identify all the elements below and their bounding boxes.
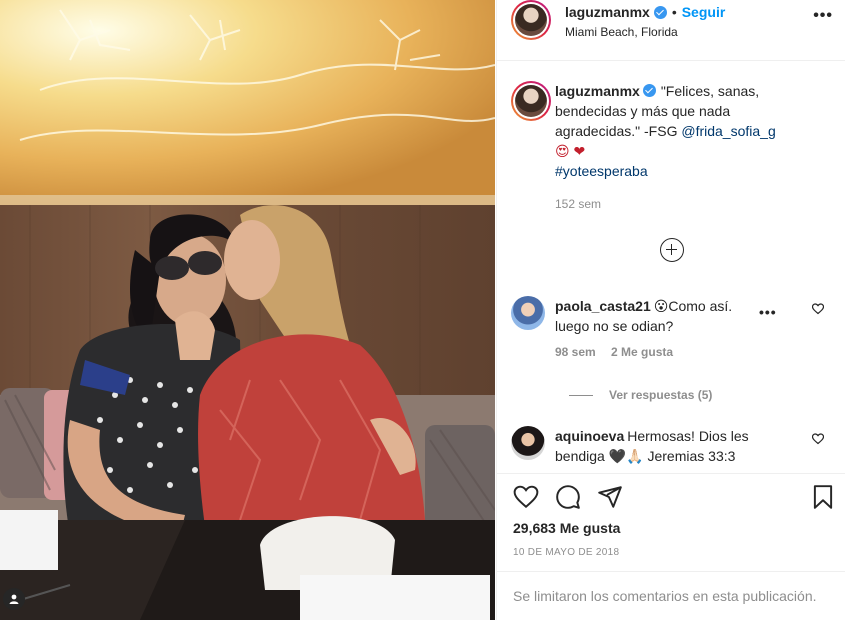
- plus-circle-icon[interactable]: [660, 238, 684, 262]
- post-details-panel: laguzmanmx • Seguir Miami Beach, Florida…: [496, 0, 845, 620]
- author-username[interactable]: laguzmanmx: [565, 4, 650, 20]
- follow-button[interactable]: Seguir: [682, 4, 726, 20]
- comments-limited-notice: Se limitaron los comentarios en esta pub…: [513, 588, 817, 604]
- caption-time[interactable]: 152 sem: [555, 197, 601, 211]
- caption-username[interactable]: laguzmanmx: [555, 83, 640, 99]
- view-replies-label: Ver respuestas (5): [609, 388, 713, 402]
- verified-badge-icon: [653, 5, 667, 19]
- replies-line: [569, 394, 593, 396]
- comment-meta: 98 sem 2 Me gusta: [555, 345, 806, 359]
- post-photo[interactable]: [0, 0, 495, 620]
- comment-text: paola_casta21 😮Como así. luego no se odia…: [555, 296, 750, 336]
- share-icon[interactable]: [597, 484, 623, 515]
- post-location[interactable]: Miami Beach, Florida: [565, 25, 725, 39]
- caption-text: laguzmanmx "Felices, sanas, bendecidas y …: [555, 81, 806, 181]
- commenter-username[interactable]: paola_casta21: [555, 298, 651, 314]
- caption-avatar[interactable]: [511, 81, 551, 121]
- author-avatar[interactable]: [511, 0, 551, 40]
- post-header: laguzmanmx • Seguir Miami Beach, Florida…: [497, 0, 845, 46]
- action-bar: [497, 480, 845, 516]
- comment-item: paola_casta21 😮Como así. luego no se odia…: [497, 296, 845, 359]
- header-text: laguzmanmx • Seguir Miami Beach, Florida: [565, 0, 725, 39]
- commenter-avatar[interactable]: [511, 426, 545, 460]
- heart-icon[interactable]: [811, 432, 825, 450]
- comment-item: aquinoeva Hermosas! Dios les bendiga 🖤🙏🏻 …: [497, 426, 845, 466]
- actions-divider: [497, 473, 845, 474]
- likes-count[interactable]: 29,683 Me gusta: [513, 520, 620, 536]
- header-user-line: laguzmanmx • Seguir: [565, 4, 725, 20]
- heart-icon[interactable]: [811, 302, 825, 320]
- heart-icon[interactable]: [513, 484, 539, 515]
- comment-more-icon[interactable]: •••: [759, 304, 777, 320]
- footer-divider: [497, 571, 845, 572]
- caption-mention[interactable]: @frida_sofia_g: [681, 123, 775, 139]
- comment-text: aquinoeva Hermosas! Dios les bendiga 🖤🙏🏻 …: [555, 426, 795, 466]
- commenter-username[interactable]: aquinoeva: [555, 428, 624, 444]
- caption-emoji: 😍 ❤: [555, 143, 586, 159]
- post-date[interactable]: 10 DE MAYO DE 2018: [513, 547, 619, 558]
- caption: laguzmanmx "Felices, sanas, bendecidas y …: [497, 70, 845, 211]
- caption-meta: 152 sem: [555, 197, 806, 211]
- comment-time[interactable]: 98 sem: [555, 345, 596, 359]
- comment-likes[interactable]: 2 Me gusta: [611, 345, 673, 359]
- photo-illustration: [0, 0, 495, 620]
- commenter-avatar[interactable]: [511, 296, 545, 330]
- more-options-icon[interactable]: •••: [813, 8, 833, 24]
- verified-badge-icon: [642, 84, 656, 97]
- caption-hashtag[interactable]: #yoteesperaba: [555, 163, 648, 179]
- separator-dot: •: [671, 4, 677, 20]
- view-replies-button[interactable]: Ver respuestas (5): [569, 388, 712, 402]
- header-divider: [497, 60, 845, 61]
- comments-list[interactable]: laguzmanmx "Felices, sanas, bendecidas y …: [497, 70, 845, 470]
- user-tag-icon[interactable]: [3, 588, 25, 610]
- bookmark-icon[interactable]: [810, 484, 836, 515]
- comment-icon[interactable]: [555, 484, 581, 515]
